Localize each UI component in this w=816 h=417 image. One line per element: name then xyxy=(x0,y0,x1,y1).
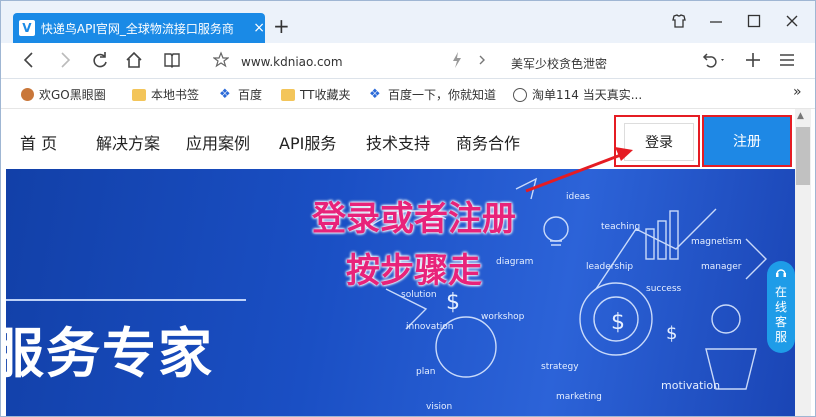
new-tab-button[interactable]: + xyxy=(273,14,290,38)
service-char: 服 xyxy=(774,330,787,344)
annotation-text: 登录或者注册 按步骤走 xyxy=(289,193,539,297)
bookmark-label: 欢GO黑眼圈 xyxy=(39,88,106,102)
forward-icon[interactable] xyxy=(57,51,73,74)
dollar-sign-icon: $ xyxy=(611,310,625,335)
maximize-button[interactable] xyxy=(747,13,761,33)
tab-active[interactable]: V 快递鸟API官网_全球物流接口服务商 × xyxy=(13,13,265,43)
hero-word: leadership xyxy=(586,262,633,272)
hero-word: plan xyxy=(416,367,435,377)
service-char: 在 xyxy=(774,285,787,299)
bookmark-label: TT收藏夹 xyxy=(300,88,351,102)
hero-title: 服务专家 xyxy=(6,322,214,385)
service-char: 线 xyxy=(774,300,787,314)
lightning-icon[interactable] xyxy=(451,51,463,74)
bookmark-star-icon[interactable] xyxy=(212,51,230,74)
hero-divider xyxy=(6,299,246,301)
register-button[interactable]: 注册 xyxy=(704,117,790,165)
folder-icon xyxy=(132,88,146,101)
bookmark-item[interactable]: 淘单114 当天真实... xyxy=(513,86,642,103)
close-window-button[interactable] xyxy=(785,13,799,33)
dollar-sign-icon: $ xyxy=(666,323,677,344)
hero-word: workshop xyxy=(481,312,525,322)
search-suggestion[interactable]: 美军少校贪色泄密 xyxy=(511,55,607,72)
hero-word: success xyxy=(646,284,682,294)
tab-close-icon[interactable]: × xyxy=(253,20,265,36)
undo-icon[interactable] xyxy=(701,51,727,74)
bookmark-item[interactable]: 欢GO黑眼圈 xyxy=(21,86,106,103)
globe-icon xyxy=(513,87,527,102)
nav-api[interactable]: API服务 xyxy=(279,130,336,154)
nav-business[interactable]: 商务合作 xyxy=(456,130,520,154)
site-favicon-icon: V xyxy=(19,20,35,36)
url-field[interactable]: www.kdniao.com xyxy=(241,55,343,69)
browser-window: V 快递鸟API官网_全球物流接口服务商 × + www.kdniao.com … xyxy=(0,0,816,417)
hero-word: magnetism xyxy=(691,237,742,247)
add-icon[interactable] xyxy=(745,51,761,74)
scrollbar-thumb[interactable] xyxy=(796,127,810,185)
home-icon[interactable] xyxy=(125,51,143,74)
shirt-icon[interactable] xyxy=(671,13,687,33)
bookmarks-bar: 欢GO黑眼圈 本地书签 ❖ 百度 TT收藏夹 ❖ 百度一下，你就知道 淘单114… xyxy=(1,79,815,109)
service-char: 客 xyxy=(774,315,787,329)
bookmark-label: 本地书签 xyxy=(151,88,200,102)
hero-word: ideas xyxy=(566,192,590,202)
tab-title: 快递鸟API官网_全球物流接口服务商 xyxy=(40,21,234,36)
bookmark-item[interactable]: TT收藏夹 xyxy=(281,86,350,103)
bookmark-label: 百度一下，你就知道 xyxy=(388,88,497,102)
bookmarks-more-button[interactable]: » xyxy=(793,84,802,100)
scroll-up-arrow[interactable]: ▲ xyxy=(797,111,804,121)
nav-home[interactable]: 首 页 xyxy=(20,130,57,154)
folder-icon xyxy=(281,88,295,101)
hero-word: motivation xyxy=(661,379,720,392)
minimize-button[interactable] xyxy=(709,13,723,33)
hero-word: teaching xyxy=(601,222,640,232)
bookmark-item[interactable]: ❖ 百度 xyxy=(219,86,262,103)
hero-word: vision xyxy=(426,402,452,412)
tab-strip: V 快递鸟API官网_全球物流接口服务商 × + xyxy=(1,1,815,43)
nav-support[interactable]: 技术支持 xyxy=(366,130,430,154)
back-icon[interactable] xyxy=(21,51,37,74)
annotation-line-1: 登录或者注册 xyxy=(312,199,516,239)
bookmark-item[interactable]: 本地书签 xyxy=(132,86,199,103)
nav-cases[interactable]: 应用案例 xyxy=(186,130,250,154)
bookmark-item[interactable]: ❖ 百度一下，你就知道 xyxy=(369,86,496,103)
annotation-line-2: 按步骤走 xyxy=(346,251,482,291)
nav-solutions[interactable]: 解决方案 xyxy=(96,130,160,154)
hero-word: strategy xyxy=(541,362,579,372)
online-service-button[interactable]: 在 线 客 服 xyxy=(767,261,795,353)
headset-icon xyxy=(775,267,787,283)
reader-icon[interactable] xyxy=(163,51,181,74)
bookmark-label: 淘单114 当天真实... xyxy=(532,88,643,102)
login-button[interactable]: 登录 xyxy=(624,123,694,161)
cookie-icon xyxy=(21,88,34,101)
paw-icon: ❖ xyxy=(369,87,381,102)
paw-icon: ❖ xyxy=(219,87,231,102)
bookmark-label: 百度 xyxy=(238,88,263,102)
address-toolbar: www.kdniao.com 美军少校贪色泄密 xyxy=(1,43,815,79)
hero-word: innovation xyxy=(406,322,454,332)
menu-icon[interactable] xyxy=(779,51,795,74)
chevron-right-icon[interactable] xyxy=(477,51,487,74)
hero-word: marketing xyxy=(556,392,602,402)
refresh-icon[interactable] xyxy=(91,51,109,74)
hero-word: manager xyxy=(701,262,742,272)
